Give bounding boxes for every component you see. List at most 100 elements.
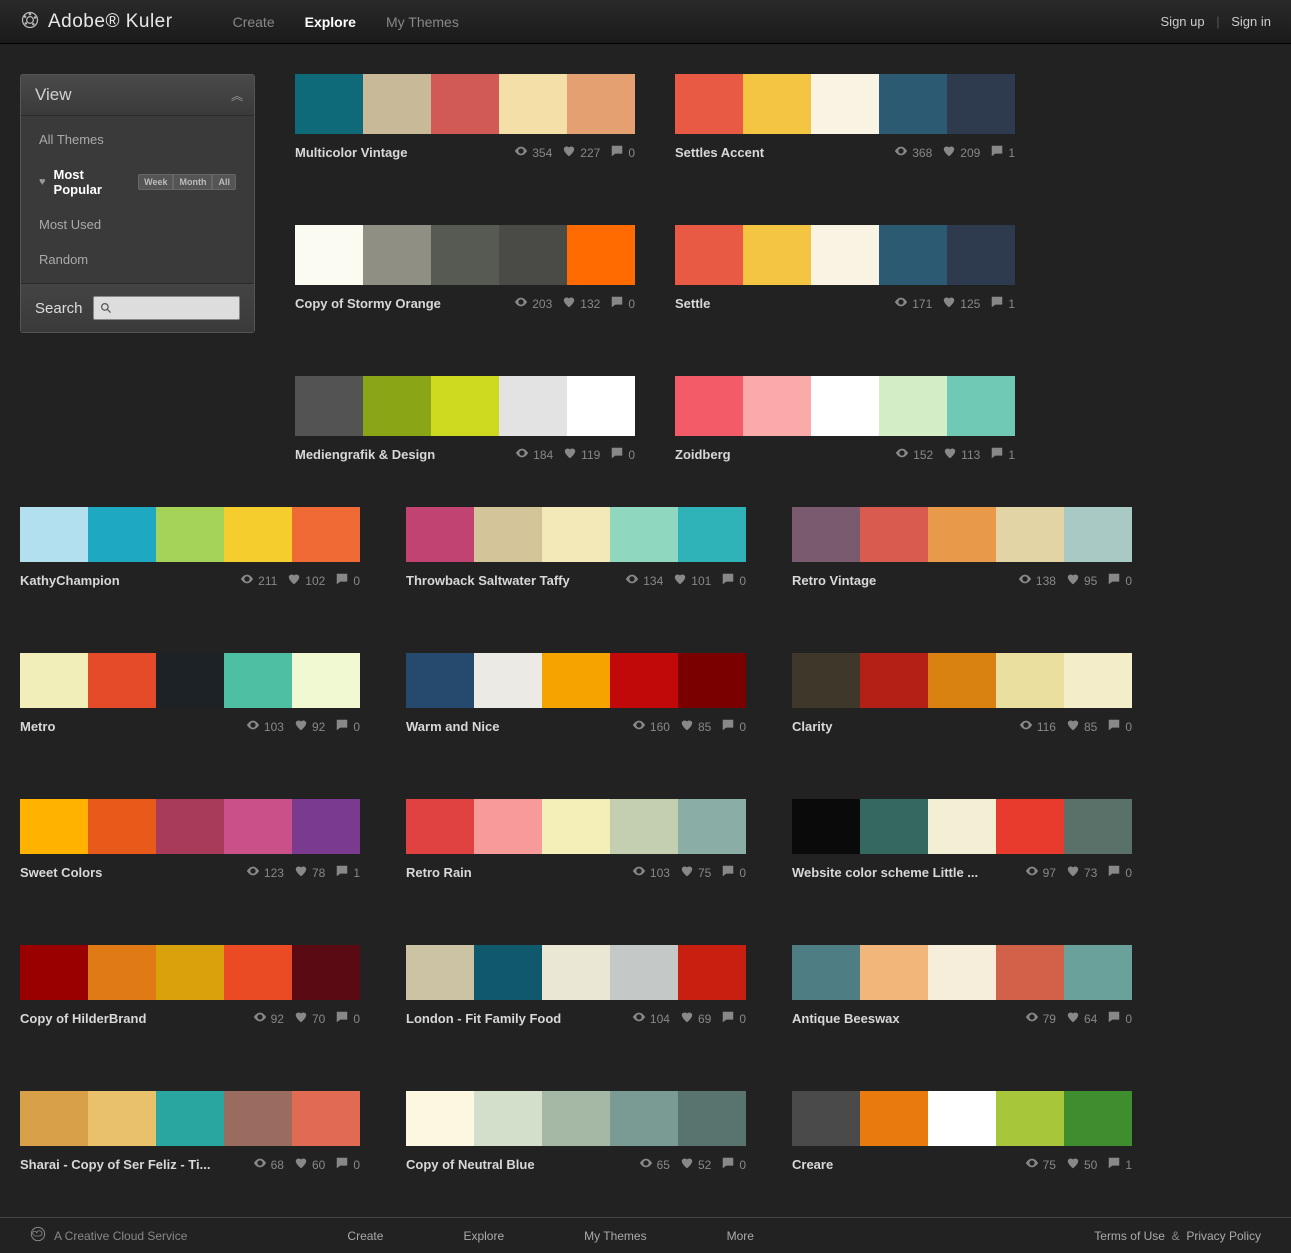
theme-card[interactable]: Copy of HilderBrand92700 — [20, 945, 360, 1027]
swatch — [406, 653, 474, 708]
swatch — [678, 653, 746, 708]
swatch — [1064, 653, 1132, 708]
privacy-link[interactable]: Privacy Policy — [1186, 1229, 1261, 1243]
swatch — [743, 225, 811, 285]
theme-stats: 1841190 — [515, 446, 635, 463]
theme-name: Copy of Stormy Orange — [295, 296, 514, 311]
theme-meta: Retro Vintage138950 — [792, 562, 1132, 589]
swatch — [879, 376, 947, 436]
swatch — [675, 376, 743, 436]
swatch — [363, 376, 431, 436]
view-panel-header[interactable]: View ︽ — [21, 75, 254, 116]
theme-name: Website color scheme Little ... — [792, 865, 1025, 880]
theme-card[interactable]: Zoidberg1521131 — [675, 376, 1015, 463]
theme-card[interactable]: Sharai - Copy of Ser Feliz - Ti...68600 — [20, 1091, 360, 1173]
nav-create[interactable]: Create — [233, 14, 275, 30]
footer-create[interactable]: Create — [347, 1229, 383, 1243]
theme-card[interactable]: Clarity116850 — [792, 653, 1132, 735]
theme-card[interactable]: Creare75501 — [792, 1091, 1132, 1173]
pill-all[interactable]: All — [212, 174, 236, 190]
views-stat: 79 — [1025, 1010, 1056, 1027]
comments-stat: 0 — [1107, 572, 1132, 589]
view-title: View — [35, 85, 72, 105]
theme-stats: 138950 — [1018, 572, 1132, 589]
eye-icon — [625, 572, 639, 589]
footer-mythemes[interactable]: My Themes — [584, 1229, 646, 1243]
view-all-themes[interactable]: All Themes — [21, 122, 254, 157]
theme-name: Settle — [675, 296, 894, 311]
auth-links: Sign up | Sign in — [1161, 14, 1271, 29]
footer-more[interactable]: More — [727, 1229, 754, 1243]
view-random[interactable]: Random — [21, 242, 254, 277]
swatch — [542, 507, 610, 562]
theme-card[interactable]: Copy of Stormy Orange2031320 — [295, 225, 635, 312]
theme-card[interactable]: Warm and Nice160850 — [406, 653, 746, 735]
heart-icon — [680, 718, 694, 735]
heart-icon — [943, 446, 957, 463]
swatch — [947, 225, 1015, 285]
swatch — [1064, 1091, 1132, 1146]
nav-mythemes[interactable]: My Themes — [386, 14, 459, 30]
likes-stat: 78 — [294, 864, 325, 881]
theme-name: Multicolor Vintage — [295, 145, 514, 160]
theme-stats: 116850 — [1019, 718, 1132, 735]
swatch-row — [406, 507, 746, 562]
heart-icon — [680, 864, 694, 881]
likes-stat: 209 — [942, 144, 980, 161]
swatch — [406, 945, 474, 1000]
comment-icon — [1107, 864, 1121, 881]
search-input[interactable] — [93, 296, 240, 320]
theme-card[interactable]: Throwback Saltwater Taffy1341010 — [406, 507, 746, 589]
logo[interactable]: Adobe® Kuler — [20, 10, 173, 33]
theme-card[interactable]: KathyChampion2111020 — [20, 507, 360, 589]
pill-week[interactable]: Week — [138, 174, 173, 190]
footer: A Creative Cloud Service Create Explore … — [0, 1217, 1291, 1253]
theme-meta: Settles Accent3682091 — [675, 134, 1015, 161]
theme-card[interactable]: Retro Vintage138950 — [792, 507, 1132, 589]
swatch — [499, 376, 567, 436]
heart-icon — [1066, 1010, 1080, 1027]
swatch — [474, 507, 542, 562]
theme-meta: Multicolor Vintage3542270 — [295, 134, 635, 161]
theme-card[interactable]: Antique Beeswax79640 — [792, 945, 1132, 1027]
theme-card[interactable]: Settle1711251 — [675, 225, 1015, 312]
eye-icon — [894, 295, 908, 312]
pill-month[interactable]: Month — [173, 174, 212, 190]
eye-icon — [515, 446, 529, 463]
swatch — [224, 507, 292, 562]
terms-link[interactable]: Terms of Use — [1094, 1229, 1165, 1243]
signup-link[interactable]: Sign up — [1161, 14, 1205, 29]
theme-name: Antique Beeswax — [792, 1011, 1025, 1026]
theme-card[interactable]: Website color scheme Little ...97730 — [792, 799, 1132, 881]
swatch — [928, 799, 996, 854]
swatch — [406, 1091, 474, 1146]
nav-explore[interactable]: Explore — [305, 14, 356, 30]
swatch — [792, 945, 860, 1000]
signin-link[interactable]: Sign in — [1231, 14, 1271, 29]
theme-meta: Creare75501 — [792, 1146, 1132, 1173]
footer-explore[interactable]: Explore — [463, 1229, 504, 1243]
theme-card[interactable]: London - Fit Family Food104690 — [406, 945, 746, 1027]
theme-card[interactable]: Settles Accent3682091 — [675, 74, 1015, 161]
theme-stats: 104690 — [632, 1010, 746, 1027]
theme-card[interactable]: Sweet Colors123781 — [20, 799, 360, 881]
comments-stat: 0 — [610, 295, 635, 312]
theme-stats: 65520 — [639, 1156, 746, 1173]
eye-icon — [1018, 572, 1032, 589]
comments-stat: 1 — [335, 864, 360, 881]
theme-card[interactable]: Multicolor Vintage3542270 — [295, 74, 635, 161]
theme-card[interactable]: Mediengrafik & Design1841190 — [295, 376, 635, 463]
view-most-popular[interactable]: ♥ Most Popular Week Month All — [21, 157, 254, 207]
theme-card[interactable]: Retro Rain103750 — [406, 799, 746, 881]
swatch — [292, 507, 360, 562]
heart-icon — [673, 572, 687, 589]
theme-meta: London - Fit Family Food104690 — [406, 1000, 746, 1027]
view-most-used[interactable]: Most Used — [21, 207, 254, 242]
swatch — [678, 799, 746, 854]
theme-card[interactable]: Metro103920 — [20, 653, 360, 735]
likes-stat: 85 — [1066, 718, 1097, 735]
theme-card[interactable]: Copy of Neutral Blue65520 — [406, 1091, 746, 1173]
eye-icon — [514, 295, 528, 312]
view-item-label: Most Popular — [54, 167, 125, 197]
swatch — [1064, 945, 1132, 1000]
